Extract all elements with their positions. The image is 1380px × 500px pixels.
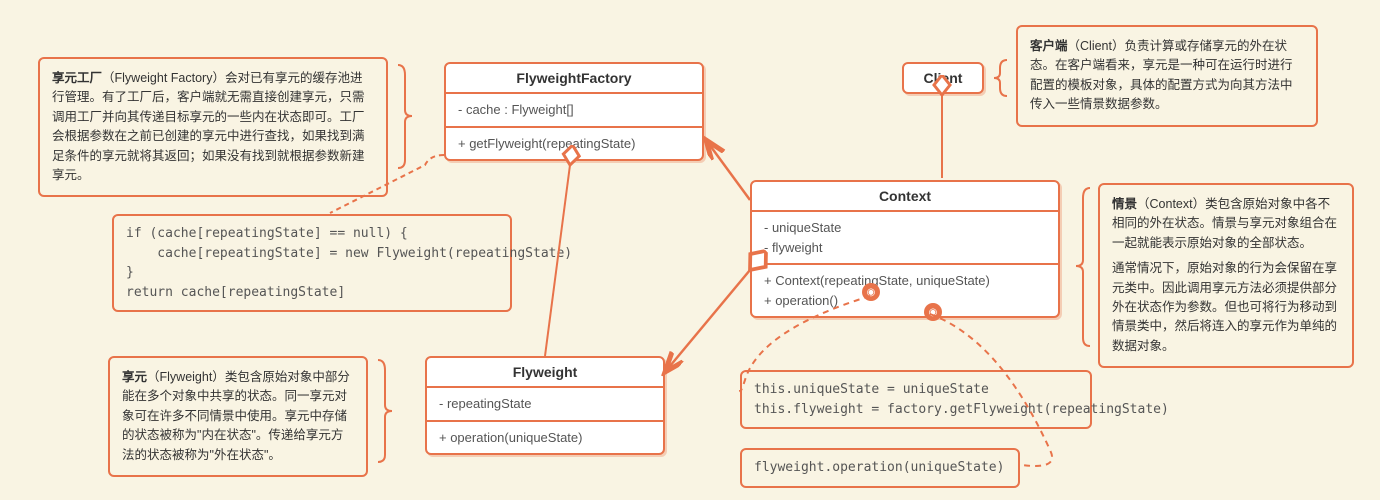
note-flyweight-en: （Flyweight） bbox=[147, 370, 225, 384]
uml-factory-title: FlyweightFactory bbox=[446, 64, 702, 94]
note-flyweight-title: 享元 bbox=[122, 370, 147, 384]
uml-factory-methods: + getFlyweight(repeatingState) bbox=[446, 128, 702, 160]
note-client: 客户端（Client）负责计算或存储享元的外在状态。在客户端看来，享元是一种可在… bbox=[1016, 25, 1318, 127]
uml-factory-fields: - cache : Flyweight[] bbox=[446, 94, 702, 128]
uml-client-title: Client bbox=[904, 64, 982, 92]
eye-icon bbox=[862, 283, 880, 301]
note-factory-en: （Flyweight Factory） bbox=[102, 71, 225, 85]
note-factory: 享元工厂（Flyweight Factory）会对已有享元的缓存池进行管理。有了… bbox=[38, 57, 388, 197]
note-context-title: 情景 bbox=[1112, 197, 1137, 211]
code-context-ctor: this.uniqueState = uniqueState this.flyw… bbox=[740, 370, 1092, 429]
uml-flyweight-factory: FlyweightFactory - cache : Flyweight[] +… bbox=[444, 62, 704, 161]
uml-context-methods: + Context(repeatingState, uniqueState) +… bbox=[752, 265, 1058, 316]
note-context-en: （Context） bbox=[1137, 197, 1205, 211]
uml-context-title: Context bbox=[752, 182, 1058, 212]
note-flyweight: 享元（Flyweight）类包含原始对象中部分能在多个对象中共享的状态。同一享元… bbox=[108, 356, 368, 477]
code-operation: flyweight.operation(uniqueState) bbox=[740, 448, 1020, 488]
uml-flyweight-title: Flyweight bbox=[427, 358, 663, 388]
note-client-title: 客户端 bbox=[1030, 39, 1068, 53]
note-client-en: （Client） bbox=[1068, 39, 1125, 53]
note-factory-body: 会对已有享元的缓存池进行管理。有了工厂后，客户端就无需直接创建享元，只需调用工厂… bbox=[52, 71, 365, 182]
uml-context-fields: - uniqueState - flyweight bbox=[752, 212, 1058, 265]
note-factory-title: 享元工厂 bbox=[52, 71, 102, 85]
uml-flyweight-methods: + operation(uniqueState) bbox=[427, 422, 663, 454]
uml-context: Context - uniqueState - flyweight + Cont… bbox=[750, 180, 1060, 318]
eye-icon bbox=[924, 303, 942, 321]
uml-flyweight: Flyweight - repeatingState + operation(u… bbox=[425, 356, 665, 455]
note-context: 情景（Context）类包含原始对象中各不相同的外在状态。情景与享元对象组合在一… bbox=[1098, 183, 1354, 368]
note-context-body2: 通常情况下，原始对象的行为会保留在享元类中。因此调用享元方法必须提供部分外在状态… bbox=[1112, 261, 1337, 353]
uml-flyweight-fields: - repeatingState bbox=[427, 388, 663, 422]
code-get-flyweight: if (cache[repeatingState] == null) { cac… bbox=[112, 214, 512, 312]
uml-client: Client bbox=[902, 62, 984, 94]
